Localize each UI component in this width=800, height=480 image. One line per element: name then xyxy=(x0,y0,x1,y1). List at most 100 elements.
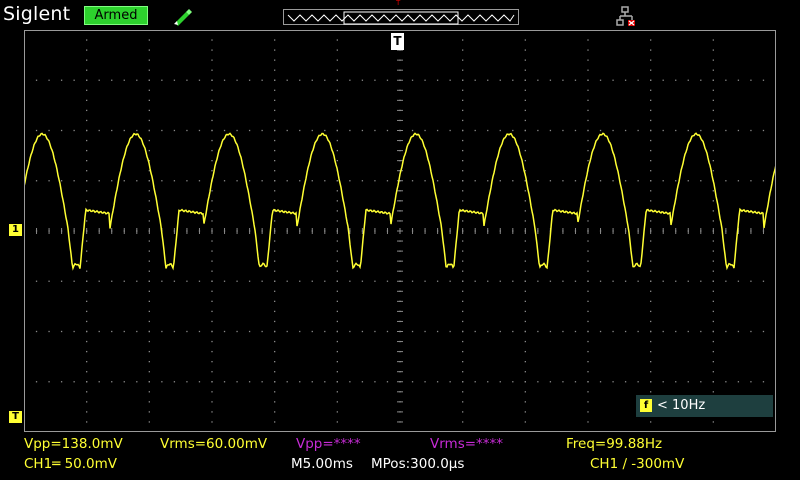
grid-dot xyxy=(274,391,276,393)
grid-dot xyxy=(148,381,150,383)
grid-dot xyxy=(537,180,539,182)
grid-dot xyxy=(324,180,326,182)
grid-dot xyxy=(650,129,652,132)
grid-dot xyxy=(662,180,664,182)
grid-dot xyxy=(336,220,338,222)
grid-dot xyxy=(211,260,213,262)
grid-dot xyxy=(336,39,338,41)
grid-dot xyxy=(211,300,213,302)
grid-dot xyxy=(274,310,276,313)
grid-dot xyxy=(336,69,338,71)
grid-dot xyxy=(336,180,338,182)
grid-dot xyxy=(274,250,276,252)
grid-dot xyxy=(662,129,664,132)
grid-dot xyxy=(637,79,639,81)
grid-dot xyxy=(111,280,113,282)
grid-dot xyxy=(612,280,614,282)
grid-dot xyxy=(274,220,276,222)
grid-dot xyxy=(487,280,489,282)
grid-dot xyxy=(274,300,276,302)
grid-dot xyxy=(274,381,276,383)
grid-dot xyxy=(274,180,276,182)
grid-dot xyxy=(111,381,113,383)
horizontal-position-label[interactable]: MPos:300.0µs xyxy=(371,456,464,472)
grid-dot xyxy=(462,79,464,81)
grid-dot xyxy=(336,260,338,262)
grid-dot xyxy=(587,421,589,423)
grid-dot xyxy=(650,371,652,373)
grid-dot xyxy=(650,170,652,172)
grid-dot xyxy=(223,330,226,333)
grid-dot xyxy=(349,180,351,182)
grid-dot xyxy=(712,240,714,242)
trigger-position-marker[interactable]: T xyxy=(391,33,404,50)
grid-dot xyxy=(86,129,88,132)
grid-dot xyxy=(148,340,150,343)
grid-dot xyxy=(712,340,714,343)
grid-dot xyxy=(449,280,451,282)
grid-dot xyxy=(198,129,201,132)
grid-dot xyxy=(737,330,740,333)
grid-dot xyxy=(136,180,138,182)
grid-dot xyxy=(712,270,714,272)
grid-dot xyxy=(712,330,714,333)
channel-1-marker[interactable]: 1 xyxy=(9,224,22,236)
grid-dot xyxy=(211,401,213,403)
grid-dot xyxy=(98,381,100,383)
grid-dot xyxy=(587,190,589,192)
grid-dot xyxy=(274,280,276,282)
grid-dot xyxy=(186,280,188,282)
grid-dot xyxy=(462,119,464,122)
grid-dot xyxy=(173,330,176,333)
grid-dot xyxy=(524,109,526,112)
grid-dot xyxy=(462,340,464,343)
grid-dot xyxy=(73,180,75,182)
grid-dot xyxy=(336,119,338,122)
grid-dot xyxy=(524,381,526,383)
grid-dot xyxy=(211,160,213,162)
grid-dot xyxy=(374,180,376,182)
grid-dot xyxy=(299,129,301,132)
grid-dot xyxy=(286,180,288,182)
grid-dot xyxy=(449,129,451,132)
grid-dot xyxy=(587,210,589,212)
trigger-level-marker[interactable]: T xyxy=(9,411,22,423)
grid-dot xyxy=(462,39,464,41)
oscilloscope-display[interactable] xyxy=(24,30,776,432)
grid-dot xyxy=(148,361,150,363)
grid-dot xyxy=(700,79,702,81)
grid-dot xyxy=(324,330,326,333)
grid-dot xyxy=(136,280,138,282)
grid-dot xyxy=(462,350,464,353)
grid-dot xyxy=(136,79,138,81)
grid-dot xyxy=(675,129,677,132)
grid-dot xyxy=(662,330,664,333)
grid-dot xyxy=(349,330,351,333)
grid-dot xyxy=(650,270,652,272)
grid-dot xyxy=(712,220,714,222)
grid-dot xyxy=(725,129,727,132)
grid-dot xyxy=(424,381,426,383)
grid-dot xyxy=(211,79,213,81)
grid-dot xyxy=(562,330,564,333)
grid-dot xyxy=(599,381,602,383)
grid-dot xyxy=(712,79,714,81)
grid-dot xyxy=(274,129,276,132)
trigger-status-label[interactable]: CH1 ∕ -300mV xyxy=(590,456,684,472)
grid-dot xyxy=(274,340,276,343)
timebase-label[interactable]: M5.00ms xyxy=(291,456,353,472)
grid-dot xyxy=(411,381,414,383)
grid-dot xyxy=(662,79,664,81)
grid-dot xyxy=(524,391,526,393)
grid-dot xyxy=(675,280,677,282)
grid-dot xyxy=(86,160,88,162)
grid-dot xyxy=(286,129,288,132)
grid-dot xyxy=(650,320,652,323)
grid-dot xyxy=(299,330,301,333)
ch1-scale-label[interactable]: CH1═ 50.0mV xyxy=(24,456,117,472)
grid-dot xyxy=(462,180,464,182)
grid-dot xyxy=(211,139,213,142)
grid-dot xyxy=(549,180,552,182)
grid-dot xyxy=(336,270,338,272)
grid-dot xyxy=(424,79,426,81)
